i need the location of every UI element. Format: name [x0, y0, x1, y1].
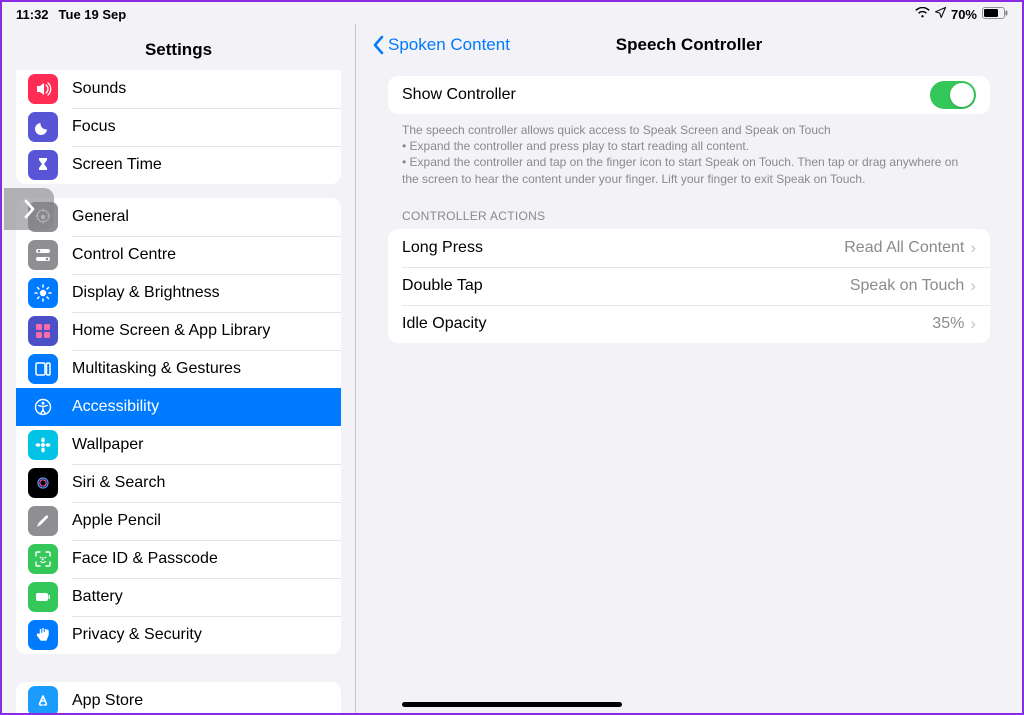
- sidebar-item-apple-pencil[interactable]: Apple Pencil: [16, 502, 341, 540]
- action-row-double-tap[interactable]: Double Tap Speak on Touch ›: [388, 267, 990, 305]
- chevron-right-icon: ›: [970, 277, 976, 294]
- sidebar-title: Settings: [2, 24, 355, 70]
- wifi-icon: [915, 7, 930, 21]
- moon-icon: [28, 112, 58, 142]
- pencil-icon: [28, 506, 58, 536]
- sidebar-item-label: Home Screen & App Library: [72, 322, 270, 340]
- controller-actions-header: CONTROLLER ACTIONS: [388, 187, 990, 229]
- action-value: Read All Content: [844, 239, 964, 257]
- sidebar-item-general[interactable]: General: [16, 198, 341, 236]
- hand-icon: [28, 620, 58, 650]
- sidebar-item-label: Privacy & Security: [72, 626, 202, 644]
- sidebar-item-label: Display & Brightness: [72, 284, 220, 302]
- location-icon: [935, 7, 946, 21]
- flower-icon: [28, 430, 58, 460]
- sidebar-item-app-store[interactable]: App Store: [16, 682, 341, 713]
- sidebar-item-label: Face ID & Passcode: [72, 550, 218, 568]
- sidebar-item-battery[interactable]: Battery: [16, 578, 341, 616]
- sidebar-item-privacy-security[interactable]: Privacy & Security: [16, 616, 341, 654]
- sidebar-item-label: Battery: [72, 588, 123, 606]
- sidebar-item-label: Apple Pencil: [72, 512, 161, 530]
- hourglass-icon: [28, 150, 58, 180]
- sidebar-item-home-screen-app-library[interactable]: Home Screen & App Library: [16, 312, 341, 350]
- action-row-idle-opacity[interactable]: Idle Opacity 35% ›: [388, 305, 990, 343]
- sidebar-item-label: Accessibility: [72, 398, 159, 416]
- show-controller-row: Show Controller: [388, 76, 990, 114]
- sidebar-item-control-centre[interactable]: Control Centre: [16, 236, 341, 274]
- sidebar-item-wallpaper[interactable]: Wallpaper: [16, 426, 341, 464]
- speech-controller-handle[interactable]: [4, 188, 54, 230]
- detail-pane: Spoken Content Speech Controller Show Co…: [356, 24, 1022, 713]
- sidebar-item-label: General: [72, 208, 129, 226]
- multitask-icon: [28, 354, 58, 384]
- show-controller-switch[interactable]: [930, 81, 976, 109]
- sidebar-item-label: Focus: [72, 118, 116, 136]
- siri-icon: [28, 468, 58, 498]
- sidebar-item-multitasking-gestures[interactable]: Multitasking & Gestures: [16, 350, 341, 388]
- sidebar-item-sounds[interactable]: Sounds: [16, 70, 341, 108]
- sidebar-item-face-id-passcode[interactable]: Face ID & Passcode: [16, 540, 341, 578]
- sidebar-item-accessibility[interactable]: Accessibility: [16, 388, 341, 426]
- home-indicator[interactable]: [402, 702, 622, 707]
- chevron-right-icon: ›: [970, 315, 976, 332]
- sidebar-item-siri-search[interactable]: Siri & Search: [16, 464, 341, 502]
- back-button[interactable]: Spoken Content: [372, 35, 510, 55]
- chevron-right-icon: ›: [970, 239, 976, 256]
- brightness-icon: [28, 278, 58, 308]
- action-value: 35%: [932, 315, 964, 333]
- action-label: Idle Opacity: [402, 315, 486, 333]
- sidebar-item-label: App Store: [72, 692, 143, 710]
- sidebar-item-label: Screen Time: [72, 156, 162, 174]
- action-value: Speak on Touch: [850, 277, 964, 295]
- status-bar: 11:32 Tue 19 Sep 70%: [2, 2, 1022, 24]
- faceid-icon: [28, 544, 58, 574]
- back-label: Spoken Content: [388, 35, 510, 55]
- battery-icon: [982, 7, 1008, 22]
- settings-sidebar: Settings Sounds Focus Screen Time General C…: [2, 24, 356, 713]
- accessibility-icon: [28, 392, 58, 422]
- status-time: 11:32: [16, 7, 49, 22]
- battery-icon: [28, 582, 58, 612]
- action-label: Long Press: [402, 239, 483, 257]
- appstore-icon: [28, 686, 58, 713]
- sidebar-item-screen-time[interactable]: Screen Time: [16, 146, 341, 184]
- sidebar-item-label: Siri & Search: [72, 474, 165, 492]
- switches-icon: [28, 240, 58, 270]
- status-date: Tue 19 Sep: [59, 7, 127, 22]
- sidebar-item-label: Wallpaper: [72, 436, 143, 454]
- speaker-icon: [28, 74, 58, 104]
- sidebar-item-label: Multitasking & Gestures: [72, 360, 241, 378]
- battery-percent: 70%: [951, 7, 977, 22]
- sidebar-item-label: Control Centre: [72, 246, 176, 264]
- chevron-left-icon: [372, 35, 386, 55]
- detail-title: Speech Controller: [616, 35, 762, 55]
- grid-icon: [28, 316, 58, 346]
- action-label: Double Tap: [402, 277, 483, 295]
- controller-explanation: The speech controller allows quick acces…: [388, 114, 990, 187]
- sidebar-item-focus[interactable]: Focus: [16, 108, 341, 146]
- show-controller-label: Show Controller: [402, 86, 516, 104]
- action-row-long-press[interactable]: Long Press Read All Content ›: [388, 229, 990, 267]
- sidebar-item-label: Sounds: [72, 80, 126, 98]
- sidebar-item-display-brightness[interactable]: Display & Brightness: [16, 274, 341, 312]
